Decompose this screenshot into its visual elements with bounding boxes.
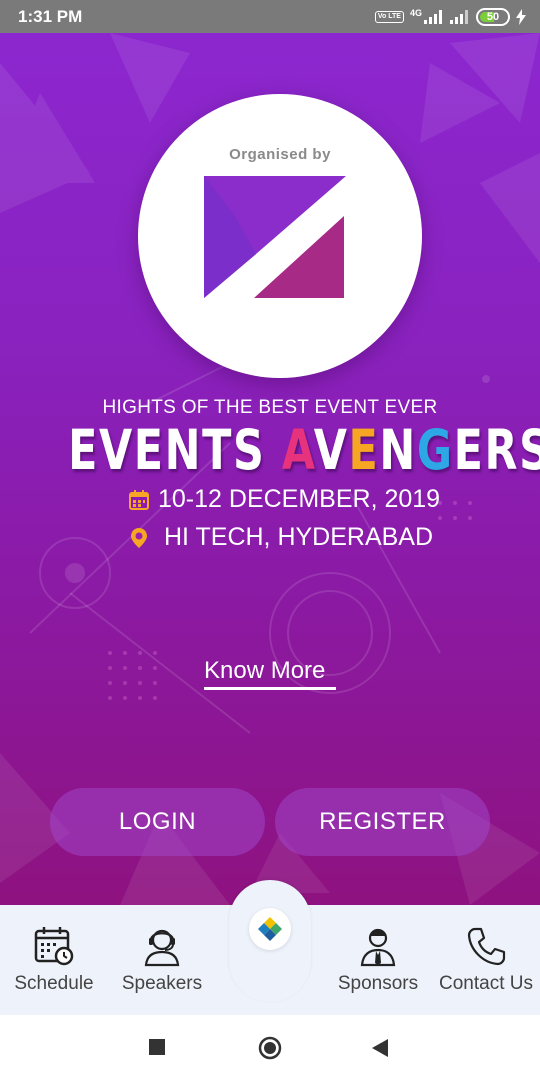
event-title: EVENTS AVENGERS bbox=[0, 418, 540, 482]
register-button[interactable]: REGISTER bbox=[275, 788, 490, 856]
recent-apps-icon[interactable] bbox=[149, 1039, 165, 1055]
login-button[interactable]: LOGIN bbox=[50, 788, 265, 856]
battery-level: 50 bbox=[486, 11, 500, 23]
charging-icon bbox=[516, 9, 526, 25]
event-title-part: E bbox=[348, 418, 380, 482]
event-title-part: EVENTS bbox=[68, 418, 282, 482]
nav-contact-us[interactable]: Contact Us bbox=[432, 905, 540, 1015]
event-date-text: 10-12 DECEMBER, 2019 bbox=[158, 485, 441, 513]
status-bar: 1:31 PM Vo LTE 4G 50 bbox=[0, 0, 540, 33]
event-title-part: N bbox=[379, 418, 417, 482]
person-tie-icon bbox=[360, 928, 396, 967]
event-location-text: HI TECH, HYDERABAD bbox=[164, 523, 434, 551]
signal-icon bbox=[424, 10, 442, 24]
home-icon[interactable] bbox=[258, 1036, 282, 1060]
nav-sponsors[interactable]: Sponsors bbox=[332, 905, 424, 1015]
location-pin-icon bbox=[131, 527, 147, 548]
network-type: 4G bbox=[409, 8, 422, 18]
organiser-logo: Organised by bbox=[138, 94, 422, 378]
signal-icon-2 bbox=[450, 10, 468, 24]
volte-indicator: Vo LTE bbox=[374, 11, 404, 23]
battery-icon: 50 bbox=[476, 8, 510, 26]
hero-banner: Organised by HIGHTS OF THE BEST EVENT EV… bbox=[0, 33, 540, 905]
know-more-link[interactable]: Know More bbox=[204, 657, 325, 685]
back-icon[interactable] bbox=[372, 1039, 388, 1057]
event-location: HI TECH, HYDERABAD bbox=[128, 523, 433, 552]
nav-speakers[interactable]: Speakers bbox=[116, 905, 208, 1015]
organiser-logo-mark bbox=[204, 176, 346, 298]
event-title-part: V bbox=[313, 418, 349, 482]
nav-sponsors-label: Sponsors bbox=[337, 973, 419, 994]
event-title-part: G bbox=[416, 418, 454, 482]
nav-schedule-label: Schedule bbox=[14, 973, 94, 994]
calendar-icon bbox=[129, 489, 149, 510]
nav-schedule[interactable]: Schedule bbox=[10, 905, 98, 1015]
center-home-button[interactable] bbox=[229, 880, 311, 1002]
phone-icon bbox=[467, 927, 506, 966]
event-tagline: HIGHTS OF THE BEST EVENT EVER bbox=[102, 397, 438, 418]
status-time: 1:31 PM bbox=[18, 7, 83, 26]
app-logo-icon bbox=[249, 908, 291, 950]
system-navigation-bar bbox=[0, 1015, 540, 1080]
calendar-clock-icon bbox=[34, 927, 74, 966]
headset-person-icon bbox=[144, 929, 180, 967]
status-icons: Vo LTE 4G 50 bbox=[374, 7, 526, 27]
know-more-underline bbox=[204, 687, 336, 690]
event-date: 10-12 DECEMBER, 2019 bbox=[128, 485, 440, 514]
event-title-part: A bbox=[281, 418, 314, 482]
event-title-part: ERS bbox=[453, 418, 540, 482]
organised-by-label: Organised by bbox=[229, 146, 331, 163]
nav-speakers-label: Speakers bbox=[121, 973, 203, 994]
nav-contact-label: Contact Us bbox=[439, 973, 533, 994]
